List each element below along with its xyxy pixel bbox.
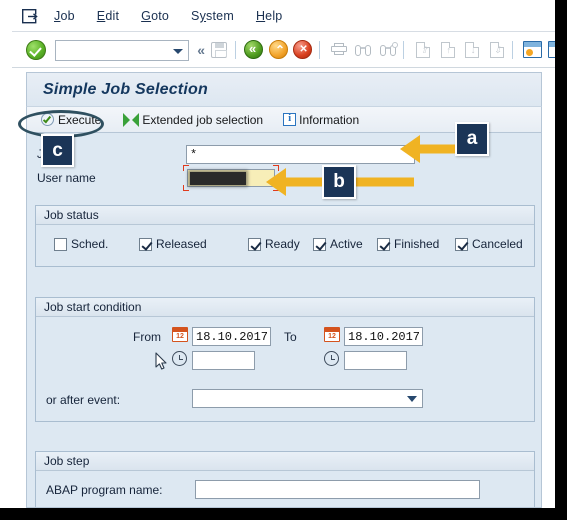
abap-program-name-label: ABAP program name: bbox=[46, 483, 163, 497]
user-name-row: User name bbox=[37, 171, 96, 185]
information-label: Information bbox=[299, 112, 360, 127]
to-time-input[interactable] bbox=[344, 351, 407, 370]
checkbox-canceled[interactable]: Canceled bbox=[455, 237, 523, 251]
clock-icon[interactable] bbox=[172, 351, 187, 366]
last-page-icon[interactable]: ⇩ bbox=[486, 38, 507, 62]
job-step-group-body: ABAP program name: bbox=[36, 471, 534, 507]
menu-item-goto[interactable]: Goto bbox=[141, 9, 169, 23]
exit-icon[interactable] bbox=[268, 38, 289, 62]
back-icon[interactable] bbox=[243, 38, 264, 62]
checkbox-label: Finished bbox=[394, 237, 440, 251]
from-date-input[interactable] bbox=[192, 327, 271, 346]
checkbox-box[interactable] bbox=[313, 237, 326, 251]
information-button[interactable]: Information bbox=[283, 112, 360, 127]
annotation-marker-a: a bbox=[455, 122, 489, 156]
checkbox-finished[interactable]: Finished bbox=[377, 237, 439, 251]
annotation-marker-b: b bbox=[322, 165, 356, 199]
double-chevron-left-icon[interactable]: « bbox=[197, 42, 205, 58]
chevron-down-icon[interactable] bbox=[407, 396, 417, 402]
job-status-group-body: Sched. Released Ready Active Finished Ca… bbox=[36, 225, 534, 267]
window-left-edge-inner bbox=[5, 0, 12, 508]
checkbox-label: Canceled bbox=[472, 237, 523, 251]
checkbox-label: Sched. bbox=[71, 237, 109, 251]
first-page-icon[interactable]: ⇧ bbox=[412, 38, 433, 62]
checkbox-box[interactable] bbox=[455, 237, 468, 251]
job-start-condition-group-body: From 12 To 12 bbox=[36, 317, 534, 422]
toolbar-divider bbox=[512, 41, 514, 59]
menu-item-help[interactable]: Help bbox=[256, 9, 283, 23]
job-start-condition-title: Job start condition bbox=[44, 300, 142, 314]
checkbox-active[interactable]: Active bbox=[313, 237, 363, 251]
job-status-group-header: Job status bbox=[36, 206, 534, 225]
sap-gui-window: Job Edit Goto System Help « « ⌃ ✕ ⇧ ↑ ↓ … bbox=[12, 0, 555, 508]
create-session-icon[interactable] bbox=[521, 38, 543, 62]
menu-item-edit[interactable]: Edit bbox=[97, 9, 119, 23]
redacted-value bbox=[190, 172, 246, 185]
checkbox-box[interactable] bbox=[139, 237, 152, 251]
checkbox-box[interactable] bbox=[377, 237, 390, 251]
to-date-input[interactable] bbox=[344, 327, 423, 346]
clock-icon[interactable] bbox=[324, 351, 339, 366]
previous-page-icon[interactable]: ↑ bbox=[437, 38, 458, 62]
menu-bar: Job Edit Goto System Help bbox=[12, 0, 555, 32]
next-page-icon[interactable]: ↓ bbox=[461, 38, 482, 62]
find-icon[interactable] bbox=[352, 38, 373, 62]
annotation-marker-c: c bbox=[41, 134, 74, 167]
standard-toolbar: « ⇧ ↑ ↓ ⇩ bbox=[12, 32, 555, 68]
checkbox-ready[interactable]: Ready bbox=[248, 237, 300, 251]
checkbox-released[interactable]: Released bbox=[139, 237, 207, 251]
from-time-input[interactable] bbox=[192, 351, 255, 370]
sap-session-icon[interactable] bbox=[21, 8, 40, 24]
checkbox-label: Released bbox=[156, 237, 207, 251]
extended-job-selection-button[interactable]: Extended job selection bbox=[123, 112, 264, 127]
job-input[interactable] bbox=[186, 145, 415, 164]
job-start-condition-group-header: Job start condition bbox=[36, 298, 534, 317]
calendar-12-icon[interactable]: 12 bbox=[172, 327, 188, 342]
after-event-select[interactable] bbox=[192, 389, 423, 408]
toolbar-divider bbox=[318, 41, 320, 59]
job-step-group: Job step ABAP program name: bbox=[35, 451, 535, 507]
command-field[interactable] bbox=[54, 39, 190, 61]
calendar-12-icon[interactable]: 12 bbox=[324, 327, 340, 342]
toolbar-divider bbox=[403, 41, 405, 59]
checkbox-sched[interactable]: Sched. bbox=[54, 237, 108, 251]
user-name-label: User name bbox=[37, 171, 96, 185]
checkbox-label: Active bbox=[330, 237, 363, 251]
checkbox-box[interactable] bbox=[248, 237, 261, 251]
user-name-input[interactable] bbox=[183, 165, 279, 191]
chevron-down-icon[interactable] bbox=[173, 48, 184, 54]
mouse-cursor bbox=[155, 352, 167, 370]
job-start-condition-group: Job start condition From 12 To 12 bbox=[35, 297, 535, 422]
menu-item-job[interactable]: Job bbox=[54, 9, 75, 23]
after-event-label: or after event: bbox=[46, 393, 121, 407]
toolbar-divider bbox=[234, 41, 236, 59]
menu-item-system[interactable]: System bbox=[191, 9, 234, 23]
screen-title-bar: Simple Job Selection bbox=[26, 72, 542, 106]
abap-program-name-input[interactable] bbox=[195, 480, 480, 499]
to-label: To bbox=[284, 330, 297, 344]
job-step-title: Job step bbox=[44, 454, 90, 468]
extended-selection-icon bbox=[123, 112, 140, 127]
enter-icon[interactable] bbox=[26, 40, 46, 60]
extended-job-selection-label: Extended job selection bbox=[142, 112, 264, 127]
from-label: From bbox=[133, 330, 161, 344]
cancel-icon[interactable] bbox=[292, 38, 313, 62]
window-left-edge bbox=[0, 0, 12, 508]
info-icon bbox=[283, 112, 297, 126]
checkbox-label: Ready bbox=[265, 237, 300, 251]
print-icon[interactable] bbox=[328, 38, 349, 62]
create-shortcut-icon[interactable]: ↗ bbox=[546, 38, 555, 62]
focus-bracket-top-left bbox=[183, 165, 189, 171]
find-next-icon[interactable] bbox=[377, 38, 398, 62]
screenshot-root: Job Edit Goto System Help « « ⌃ ✕ ⇧ ↑ ↓ … bbox=[0, 0, 567, 520]
checkbox-box[interactable] bbox=[54, 237, 67, 251]
page-title: Simple Job Selection bbox=[43, 80, 208, 98]
job-step-group-header: Job step bbox=[36, 452, 534, 471]
job-status-title: Job status bbox=[44, 208, 99, 222]
job-status-group: Job status Sched. Released Ready Active … bbox=[35, 205, 535, 267]
save-icon[interactable] bbox=[208, 38, 229, 62]
focus-bracket-bottom-left bbox=[183, 185, 189, 191]
